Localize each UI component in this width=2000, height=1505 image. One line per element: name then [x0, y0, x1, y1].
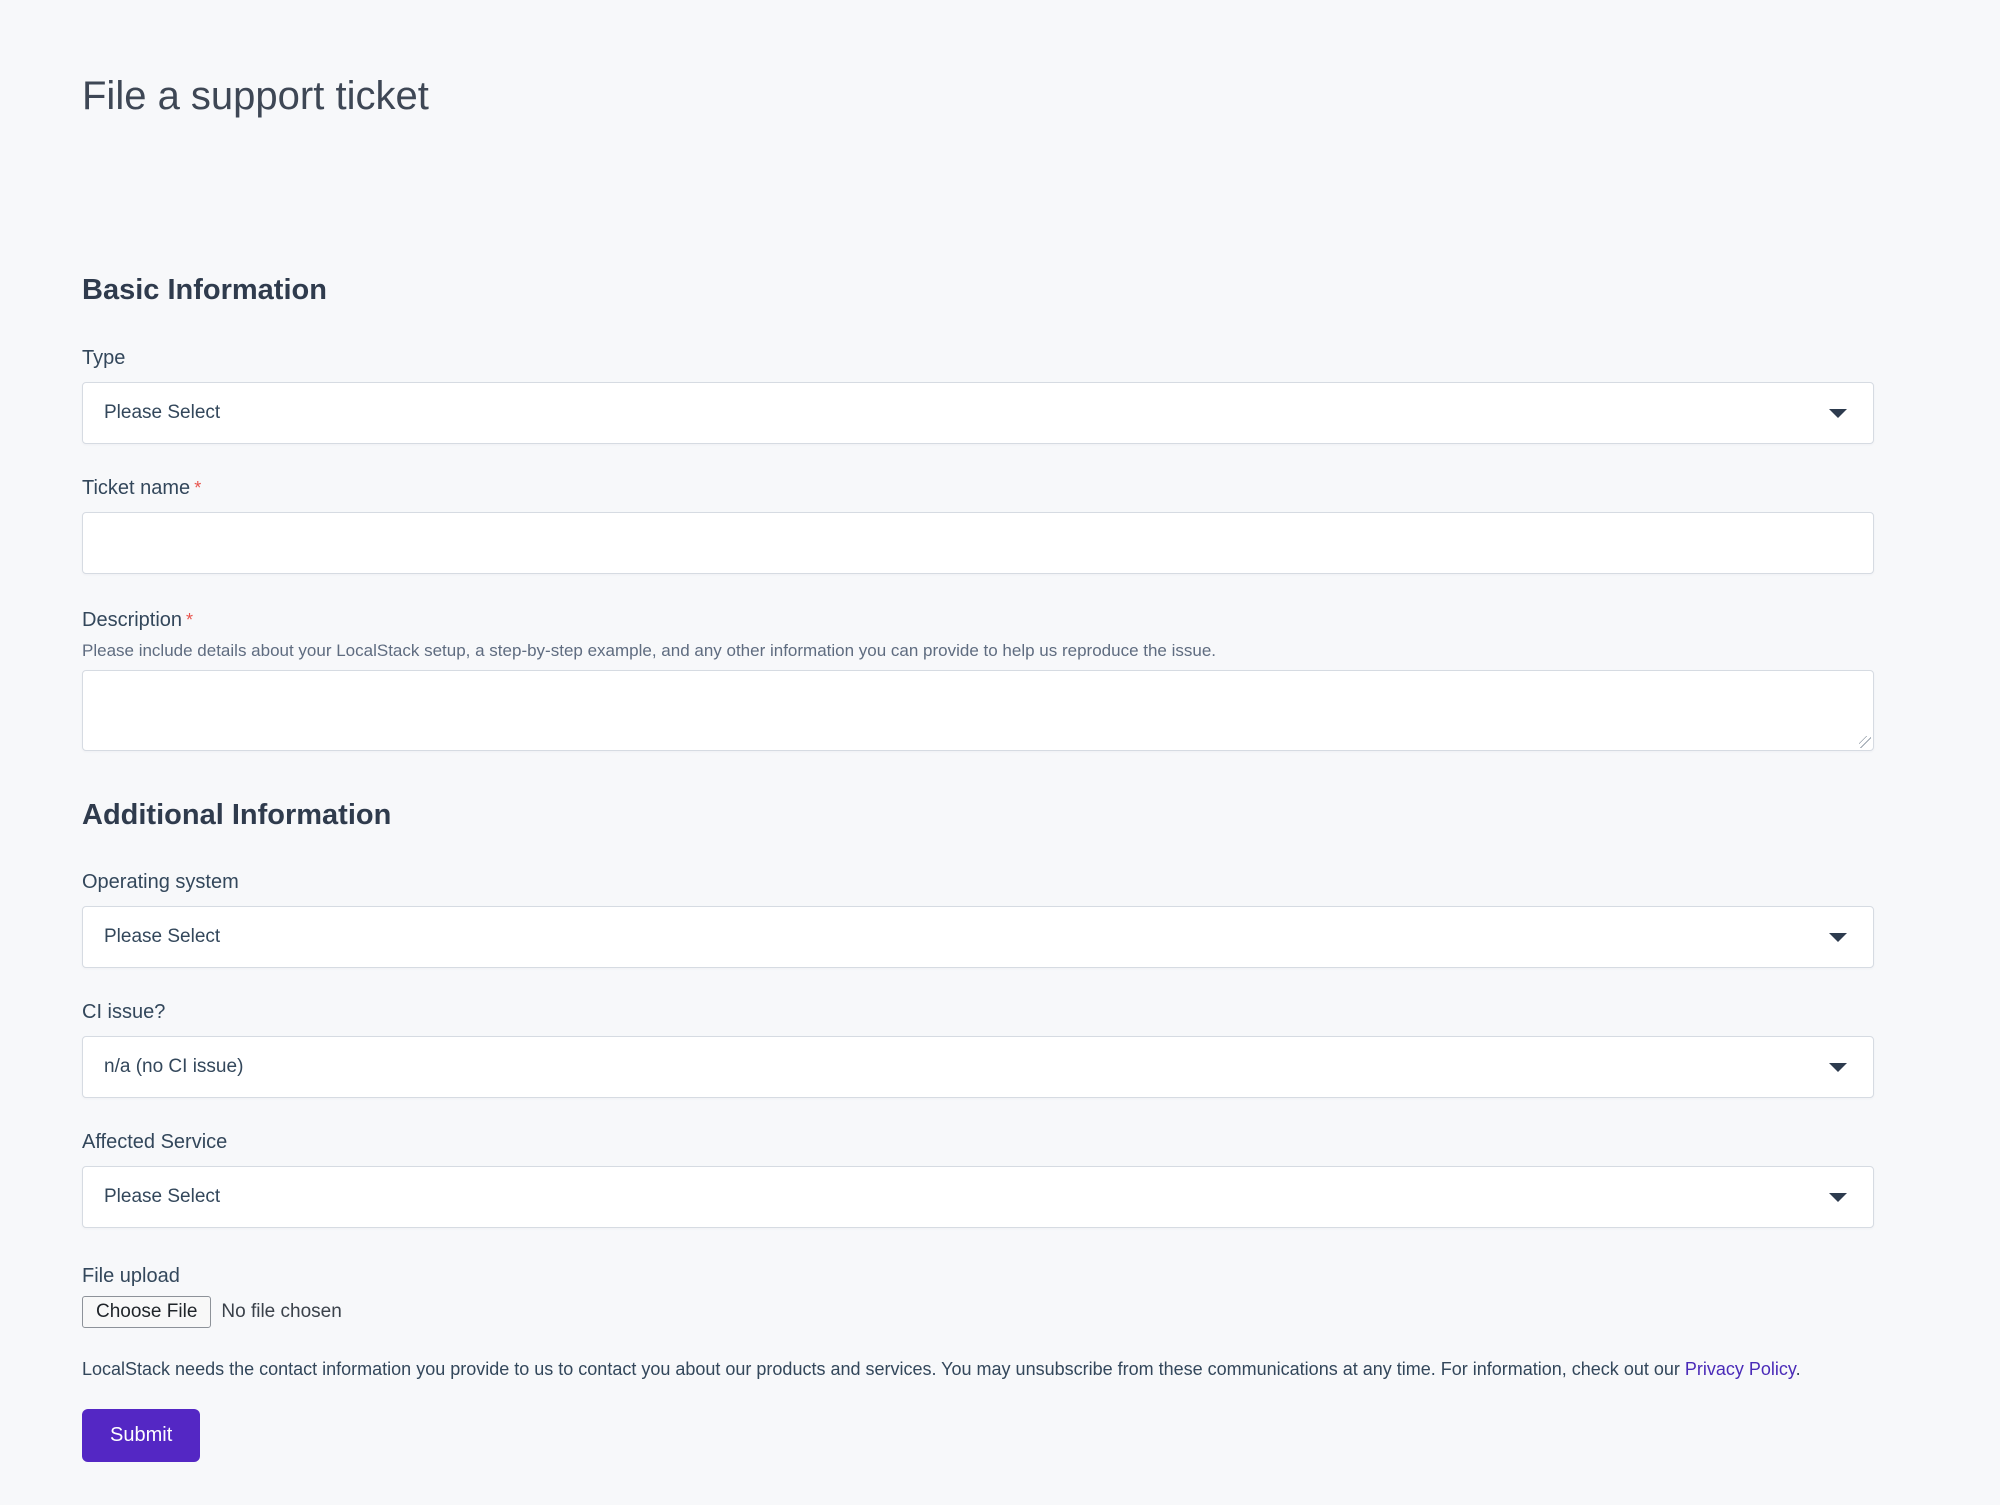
description-label-text: Description	[82, 609, 182, 631]
ticket-name-label: Ticket name*	[82, 476, 1874, 500]
file-upload-label-text: File upload	[82, 1265, 180, 1287]
operating-system-label: Operating system	[82, 870, 1874, 894]
required-asterisk: *	[194, 478, 201, 498]
choose-file-button[interactable]: Choose File	[82, 1296, 211, 1328]
privacy-notice-period: .	[1796, 1359, 1801, 1379]
chevron-down-icon	[1829, 409, 1847, 418]
field-description: Description* Please include details abou…	[82, 608, 1874, 751]
file-chosen-status: No file chosen	[221, 1301, 341, 1323]
page-title: File a support ticket	[82, 70, 1874, 122]
affected-service-select[interactable]: Please Select	[82, 1166, 1874, 1228]
ci-issue-label: CI issue?	[82, 1000, 1874, 1024]
affected-service-select-value: Please Select	[104, 1186, 220, 1208]
type-select-value: Please Select	[104, 402, 220, 424]
ticket-name-label-text: Ticket name	[82, 477, 190, 499]
description-label: Description*	[82, 608, 1874, 632]
affected-service-label-text: Affected Service	[82, 1131, 227, 1153]
chevron-down-icon	[1829, 933, 1847, 942]
field-operating-system: Operating system Please Select	[82, 870, 1874, 968]
field-file-upload: File upload Choose File No file chosen	[82, 1264, 1874, 1328]
file-upload-control[interactable]: Choose File No file chosen	[82, 1296, 1874, 1328]
chevron-down-icon	[1829, 1193, 1847, 1202]
description-help-text: Please include details about your LocalS…	[82, 640, 1874, 662]
description-textarea-wrap	[82, 670, 1874, 751]
ci-issue-label-text: CI issue?	[82, 1001, 165, 1023]
type-label-text: Type	[82, 347, 125, 369]
field-affected-service: Affected Service Please Select	[82, 1130, 1874, 1228]
ci-issue-select-value: n/a (no CI issue)	[104, 1056, 243, 1078]
ticket-name-input[interactable]	[82, 512, 1874, 574]
type-label: Type	[82, 346, 1874, 370]
chevron-down-icon	[1829, 1063, 1847, 1072]
affected-service-label: Affected Service	[82, 1130, 1874, 1154]
privacy-notice: LocalStack needs the contact information…	[82, 1358, 1874, 1381]
required-asterisk: *	[186, 610, 193, 630]
privacy-notice-text: LocalStack needs the contact information…	[82, 1359, 1685, 1379]
submit-button[interactable]: Submit	[82, 1409, 200, 1462]
field-ci-issue: CI issue? n/a (no CI issue)	[82, 1000, 1874, 1098]
ci-issue-select[interactable]: n/a (no CI issue)	[82, 1036, 1874, 1098]
operating-system-select[interactable]: Please Select	[82, 906, 1874, 968]
section-heading-basic-information: Basic Information	[82, 272, 1874, 308]
support-ticket-page: File a support ticket Basic Information …	[0, 70, 1874, 1462]
operating-system-select-value: Please Select	[104, 926, 220, 948]
field-ticket-name: Ticket name*	[82, 476, 1874, 574]
type-select[interactable]: Please Select	[82, 382, 1874, 444]
file-upload-label: File upload	[82, 1264, 1874, 1288]
field-type: Type Please Select	[82, 346, 1874, 444]
description-textarea[interactable]	[82, 670, 1874, 751]
privacy-policy-link[interactable]: Privacy Policy	[1685, 1359, 1796, 1379]
operating-system-label-text: Operating system	[82, 871, 239, 893]
section-heading-additional-information: Additional Information	[82, 797, 1874, 833]
